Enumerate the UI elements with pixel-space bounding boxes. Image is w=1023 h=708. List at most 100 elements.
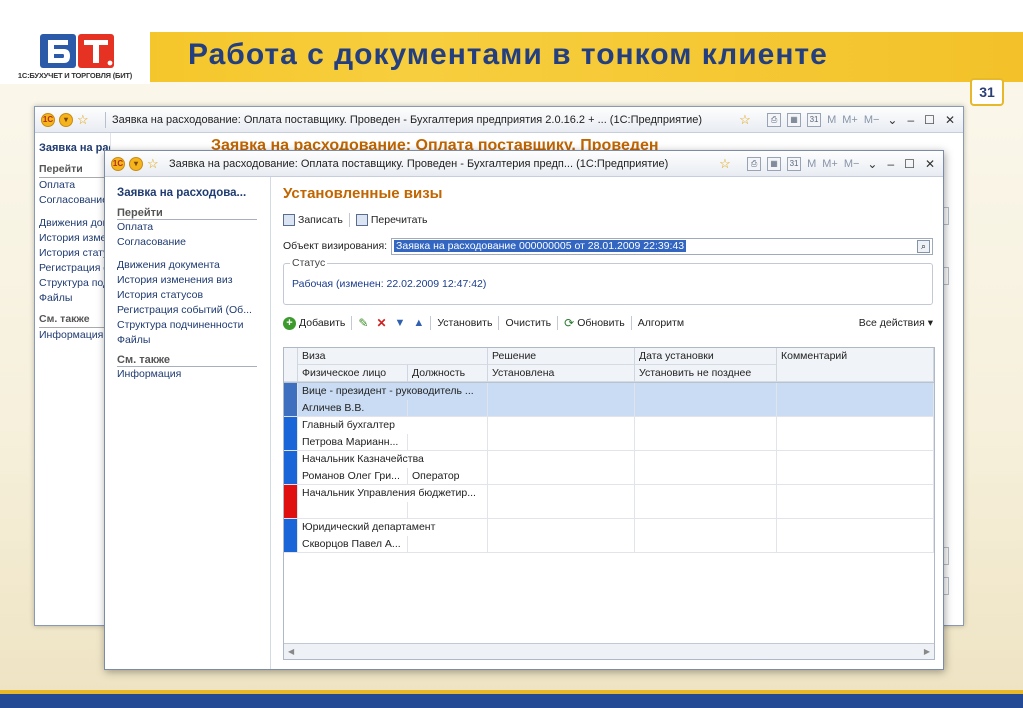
cell-decision[interactable] <box>488 383 635 400</box>
sidebar-item-event-registration[interactable]: Регистрация событий (Об... <box>117 303 270 318</box>
column-header-set[interactable]: Установлена <box>488 365 635 382</box>
sidebar-item-approval[interactable]: Согласование <box>117 235 270 250</box>
calculator-icon[interactable]: ▦ <box>767 156 782 171</box>
cell-visa[interactable]: Начальник Управления бюджетир... <box>298 485 488 502</box>
table-row[interactable]: Петрова Марианн... <box>284 434 934 451</box>
sidebar-item-subordination[interactable]: Структура подчиненности <box>117 318 270 333</box>
memory-m-button[interactable]: M <box>807 158 816 170</box>
sidebar-item-status-history[interactable]: История статусов <box>117 288 270 303</box>
cell-set[interactable] <box>488 400 635 417</box>
cell-visa[interactable]: Вице - президент - руководитель ... <box>298 383 488 400</box>
column-header-decision[interactable]: Решение <box>488 348 635 365</box>
cell-visa[interactable]: Начальник Казначейства <box>298 451 488 468</box>
table-row[interactable] <box>284 502 934 519</box>
cell-comment[interactable] <box>777 502 934 519</box>
cell-set-date[interactable] <box>635 417 777 434</box>
1c-logo-icon[interactable]: 1С <box>111 156 125 171</box>
memory-minus-button[interactable]: M− <box>864 114 880 126</box>
memory-minus-button[interactable]: M− <box>844 158 860 170</box>
sidebar-item-info[interactable]: Информация <box>117 367 270 382</box>
cell-set[interactable] <box>488 536 635 553</box>
cell-set-date[interactable] <box>635 383 777 400</box>
cell-decision[interactable] <box>488 417 635 434</box>
table-row[interactable]: Романов Олег Гри... Оператор <box>284 468 934 485</box>
cell-set[interactable] <box>488 468 635 485</box>
table-row[interactable]: Начальник Управления бюджетир... <box>284 485 934 502</box>
back-sidebar-item[interactable]: История статусов <box>39 246 110 261</box>
cell-set-date[interactable] <box>635 485 777 502</box>
cell-deadline[interactable] <box>635 536 777 553</box>
favorite-icon[interactable]: ☆ <box>739 112 755 128</box>
cell-comment[interactable] <box>777 485 934 502</box>
cell-decision[interactable] <box>488 485 635 502</box>
table-row[interactable]: Агличев В.В. <box>284 400 934 417</box>
table-row[interactable]: Юридический департамент <box>284 519 934 536</box>
cell-position[interactable] <box>408 502 488 519</box>
table-row[interactable]: Вице - президент - руководитель ... <box>284 383 934 400</box>
favorite-icon[interactable]: ☆ <box>719 156 735 172</box>
cell-position[interactable] <box>408 434 488 451</box>
cell-visa[interactable]: Главный бухгалтер <box>298 417 488 434</box>
cell-visa[interactable]: Юридический департамент <box>298 519 488 536</box>
cell-person[interactable]: Романов Олег Гри... <box>298 468 408 485</box>
reread-button[interactable]: Перечитать <box>355 214 428 226</box>
clear-button[interactable]: Очистить <box>505 317 551 329</box>
minimize-button[interactable]: – <box>885 157 896 171</box>
refresh-button[interactable]: ⟳ Обновить <box>564 316 625 330</box>
chevron-down-icon[interactable]: ⌄ <box>865 157 879 171</box>
front-window-titlebar[interactable]: 1С ▾ ☆ Заявка на расходование: Оплата по… <box>105 151 943 177</box>
sidebar-item-payment[interactable]: Оплата <box>117 220 270 235</box>
cell-decision[interactable] <box>488 451 635 468</box>
cell-deadline[interactable] <box>635 434 777 451</box>
calculator-icon[interactable]: ▦ <box>787 112 802 127</box>
cell-deadline[interactable] <box>635 468 777 485</box>
cell-decision[interactable] <box>488 519 635 536</box>
cell-set-date[interactable] <box>635 451 777 468</box>
back-sidebar-item[interactable]: Оплата <box>39 178 110 193</box>
status-text[interactable]: Рабочая (изменен: 22.02.2009 12:47:42) <box>292 278 486 290</box>
all-actions-menu[interactable]: Все действия ▾ <box>859 317 933 329</box>
scroll-right-icon[interactable]: ▶ <box>924 647 930 656</box>
back-sidebar-item[interactable]: История изменения виз <box>39 231 110 246</box>
column-header-visa[interactable]: Виза <box>298 348 488 365</box>
menu-dropdown-icon[interactable]: ▾ <box>129 156 143 171</box>
print-icon[interactable]: ⎙ <box>767 112 782 127</box>
cell-deadline[interactable] <box>635 502 777 519</box>
set-button[interactable]: Установить <box>437 317 492 329</box>
cell-person[interactable] <box>298 502 408 519</box>
memory-m-button[interactable]: M <box>827 114 836 126</box>
menu-dropdown-icon[interactable]: ▾ <box>59 112 73 127</box>
search-icon[interactable]: ⌕ <box>917 239 930 253</box>
cell-position[interactable] <box>408 400 488 417</box>
cell-comment[interactable] <box>777 400 934 417</box>
cell-comment[interactable] <box>777 536 934 553</box>
column-header-person[interactable]: Физическое лицо <box>298 365 408 382</box>
chevron-down-icon[interactable]: ⌄ <box>885 113 899 127</box>
cell-person[interactable]: Скворцов Павел А... <box>298 536 408 553</box>
maximize-button[interactable]: ☐ <box>922 113 937 127</box>
print-icon[interactable]: ⎙ <box>747 156 762 171</box>
edit-icon[interactable]: ✎ <box>358 316 368 330</box>
back-sidebar-item[interactable]: Информация <box>39 328 110 343</box>
minimize-button[interactable]: – <box>905 113 916 127</box>
cell-person[interactable]: Агличев В.В. <box>298 400 408 417</box>
cell-comment[interactable] <box>777 383 934 400</box>
column-header-comment[interactable]: Комментарий <box>777 348 934 365</box>
cell-position[interactable] <box>408 536 488 553</box>
cell-person[interactable]: Петрова Марианн... <box>298 434 408 451</box>
cell-comment[interactable] <box>777 468 934 485</box>
memory-plus-button[interactable]: M+ <box>822 158 838 170</box>
cell-comment[interactable] <box>777 519 934 536</box>
move-up-icon[interactable]: ▲ <box>413 317 424 329</box>
1c-logo-icon[interactable]: 1С <box>41 112 55 127</box>
calendar-icon[interactable]: 31 <box>807 112 822 127</box>
algorithm-button[interactable]: Алгоритм <box>638 317 684 329</box>
back-window-titlebar[interactable]: 1С ▾ ☆ Заявка на расходование: Оплата по… <box>35 107 963 133</box>
column-header-deadline[interactable]: Установить не позднее <box>635 365 777 382</box>
cell-deadline[interactable] <box>635 400 777 417</box>
add-button[interactable]: + Добавить <box>283 316 345 330</box>
back-sidebar-item[interactable]: Файлы <box>39 291 110 306</box>
calendar-icon[interactable]: 31 <box>787 156 802 171</box>
back-sidebar-item[interactable]: Движения документа <box>39 216 110 231</box>
cell-comment[interactable] <box>777 451 934 468</box>
